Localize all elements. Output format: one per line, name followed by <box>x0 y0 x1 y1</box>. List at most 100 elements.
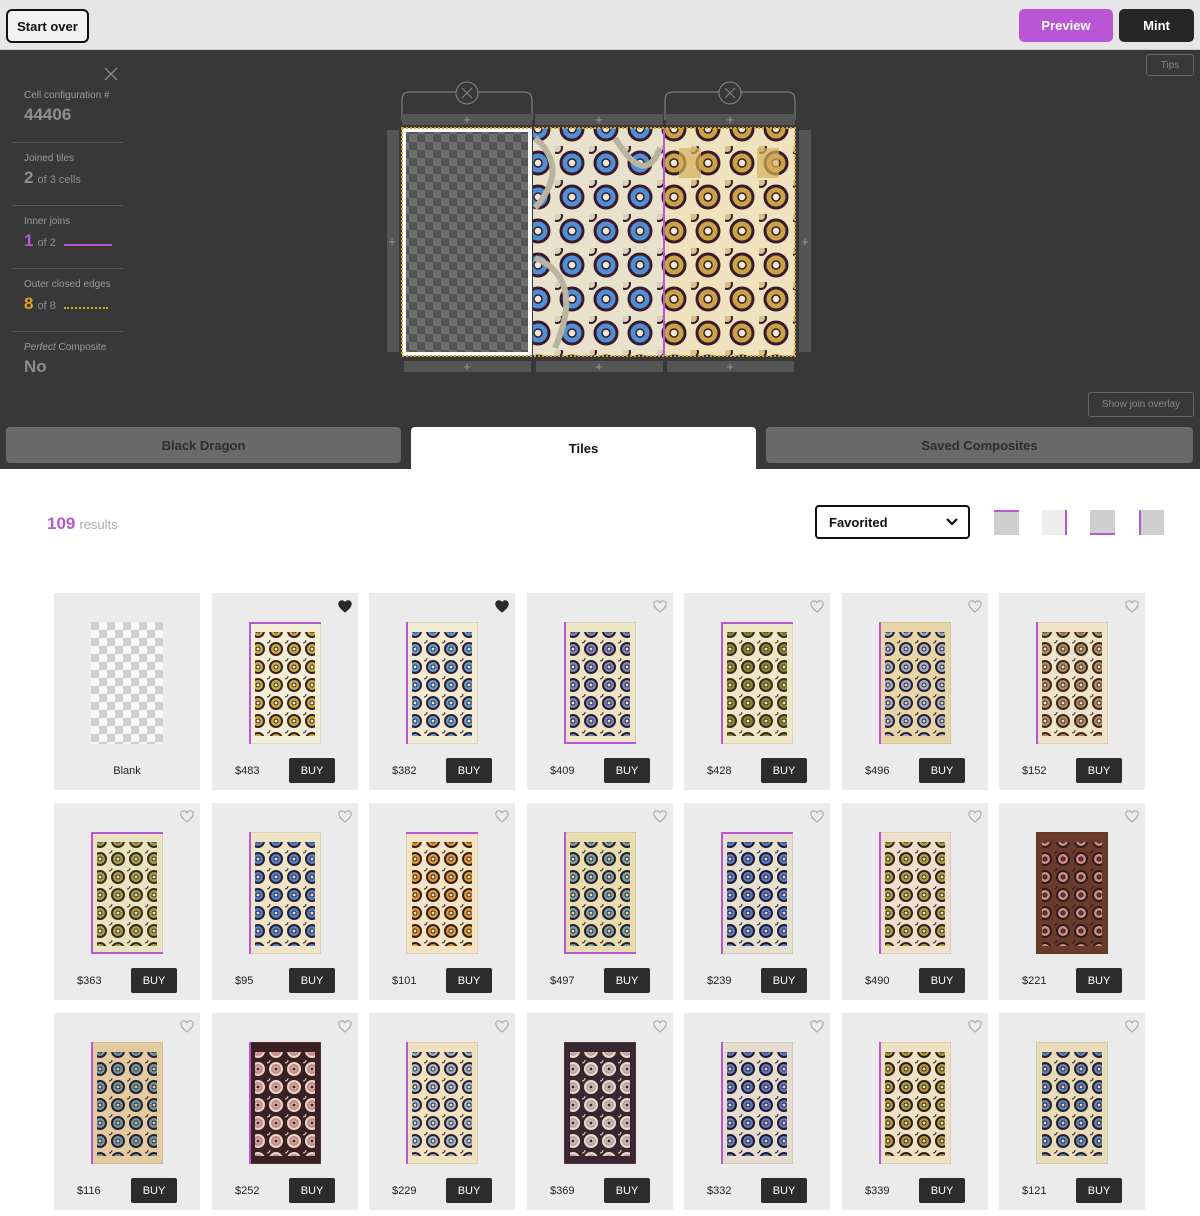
tile-image <box>406 832 478 954</box>
heart-outline-icon[interactable] <box>1125 1020 1139 1033</box>
buy-button[interactable]: BUY <box>1076 758 1122 783</box>
tab-tiles[interactable]: Tiles <box>411 427 756 469</box>
stat-inner-joins: Inner joins 1 of 2 <box>12 206 123 269</box>
tile-price: $497 <box>550 975 575 987</box>
tile-card[interactable]: $490 BUY <box>842 803 988 1000</box>
buy-button[interactable]: BUY <box>604 1178 650 1203</box>
buy-button[interactable]: BUY <box>446 758 492 783</box>
heart-outline-icon[interactable] <box>810 810 824 823</box>
buy-button[interactable]: BUY <box>289 758 335 783</box>
blank-tile-image <box>91 622 163 744</box>
stat-of: of 3 cells <box>37 174 81 186</box>
tab-black-dragon[interactable]: Black Dragon <box>6 427 401 463</box>
heart-outline-icon[interactable] <box>495 1020 509 1033</box>
buy-button[interactable]: BUY <box>289 968 335 993</box>
heart-outline-icon[interactable] <box>653 810 667 823</box>
heart-outline-icon[interactable] <box>653 600 667 613</box>
heart-filled-icon[interactable] <box>338 600 352 613</box>
tile-price: $229 <box>392 1185 417 1197</box>
composite-stats-panel: Cell configuration # 44406 Joined tiles … <box>12 80 123 395</box>
tile-price: $409 <box>550 765 575 777</box>
buy-button[interactable]: BUY <box>446 1178 492 1203</box>
heart-outline-icon[interactable] <box>968 600 982 613</box>
tile-card[interactable]: $339 BUY <box>842 1013 988 1210</box>
heart-outline-icon[interactable] <box>968 810 982 823</box>
heart-outline-icon[interactable] <box>180 1020 194 1033</box>
edge-filter-bottom-icon[interactable] <box>1090 510 1115 535</box>
buy-button[interactable]: BUY <box>761 968 807 993</box>
tile-image <box>1036 622 1108 744</box>
show-join-overlay-button[interactable]: Show join overlay <box>1088 392 1194 417</box>
heart-outline-icon[interactable] <box>495 810 509 823</box>
buy-button[interactable]: BUY <box>289 1178 335 1203</box>
tile-card[interactable]: $369 BUY <box>527 1013 673 1210</box>
tile-card[interactable]: $496 BUY <box>842 593 988 790</box>
heart-outline-icon[interactable] <box>810 600 824 613</box>
heart-filled-icon[interactable] <box>495 600 509 613</box>
tile-card[interactable]: $229 BUY <box>369 1013 515 1210</box>
tile-card[interactable]: $363 BUY <box>54 803 200 1000</box>
tile-price: $496 <box>865 765 890 777</box>
tile-card[interactable]: $239 BUY <box>684 803 830 1000</box>
tile-image <box>91 832 163 954</box>
heart-outline-icon[interactable] <box>810 1020 824 1033</box>
tab-saved-composites[interactable]: Saved Composites <box>766 427 1193 463</box>
edge-filter-top-icon[interactable] <box>994 510 1019 535</box>
buy-button[interactable]: BUY <box>446 968 492 993</box>
filter-select[interactable]: Favorited <box>815 505 970 539</box>
tile-card[interactable]: $483 BUY <box>212 593 358 790</box>
buy-button[interactable]: BUY <box>761 758 807 783</box>
buy-button[interactable]: BUY <box>919 758 965 783</box>
heart-outline-icon[interactable] <box>968 1020 982 1033</box>
buy-button[interactable]: BUY <box>131 968 177 993</box>
tile-card[interactable]: $382 BUY <box>369 593 515 790</box>
buy-button[interactable]: BUY <box>919 1178 965 1203</box>
buy-button[interactable]: BUY <box>919 968 965 993</box>
tile-card[interactable]: $332 BUY <box>684 1013 830 1210</box>
tile-image <box>721 832 793 954</box>
buy-button[interactable]: BUY <box>604 968 650 993</box>
buy-button[interactable]: BUY <box>761 1178 807 1203</box>
heart-outline-icon[interactable] <box>1125 600 1139 613</box>
stat-cell-configuration: Cell configuration # 44406 <box>12 80 123 143</box>
stat-value: 44406 <box>24 105 72 124</box>
tile-card[interactable]: $428 BUY <box>684 593 830 790</box>
tile-image <box>249 1042 321 1164</box>
edge-filter-left-icon[interactable] <box>1139 510 1164 535</box>
tile-card[interactable]: $95 BUY <box>212 803 358 1000</box>
start-over-button[interactable]: Start over <box>6 9 89 43</box>
blank-cell[interactable] <box>402 128 532 356</box>
tile-card[interactable]: $221 BUY <box>999 803 1145 1000</box>
heart-outline-icon[interactable] <box>1125 810 1139 823</box>
edge-filter-right-icon[interactable] <box>1042 510 1067 535</box>
library-tabs: Black Dragon Tiles Saved Composites <box>0 427 1200 469</box>
blank-tile-card[interactable]: Blank <box>54 593 200 790</box>
tile-card[interactable]: $121 BUY <box>999 1013 1145 1210</box>
buy-button[interactable]: BUY <box>1076 968 1122 993</box>
tile-card[interactable]: $252 BUY <box>212 1013 358 1210</box>
tile-image <box>1036 832 1108 954</box>
svg-text:+: + <box>595 359 603 373</box>
heart-outline-icon[interactable] <box>180 810 194 823</box>
tips-button[interactable]: Tips <box>1146 54 1194 76</box>
tile-price: $369 <box>550 1185 575 1197</box>
mint-button[interactable]: Mint <box>1119 9 1194 42</box>
preview-button[interactable]: Preview <box>1019 9 1113 42</box>
chevron-down-icon <box>946 518 958 526</box>
buy-button[interactable]: BUY <box>131 1178 177 1203</box>
tile-card[interactable]: $497 BUY <box>527 803 673 1000</box>
tile-card[interactable]: $152 BUY <box>999 593 1145 790</box>
heart-outline-icon[interactable] <box>338 1020 352 1033</box>
buy-button[interactable]: BUY <box>604 758 650 783</box>
tile-card[interactable]: $116 BUY <box>54 1013 200 1210</box>
tile-image <box>564 622 636 744</box>
svg-text:+: + <box>801 234 809 249</box>
tile-card[interactable]: $409 BUY <box>527 593 673 790</box>
buy-button[interactable]: BUY <box>1076 1178 1122 1203</box>
tile-card[interactable]: $101 BUY <box>369 803 515 1000</box>
stat-value: No <box>24 357 47 376</box>
heart-outline-icon[interactable] <box>338 810 352 823</box>
heart-outline-icon[interactable] <box>653 1020 667 1033</box>
tile-price: $339 <box>865 1185 890 1197</box>
stat-of: of 2 <box>37 237 56 249</box>
